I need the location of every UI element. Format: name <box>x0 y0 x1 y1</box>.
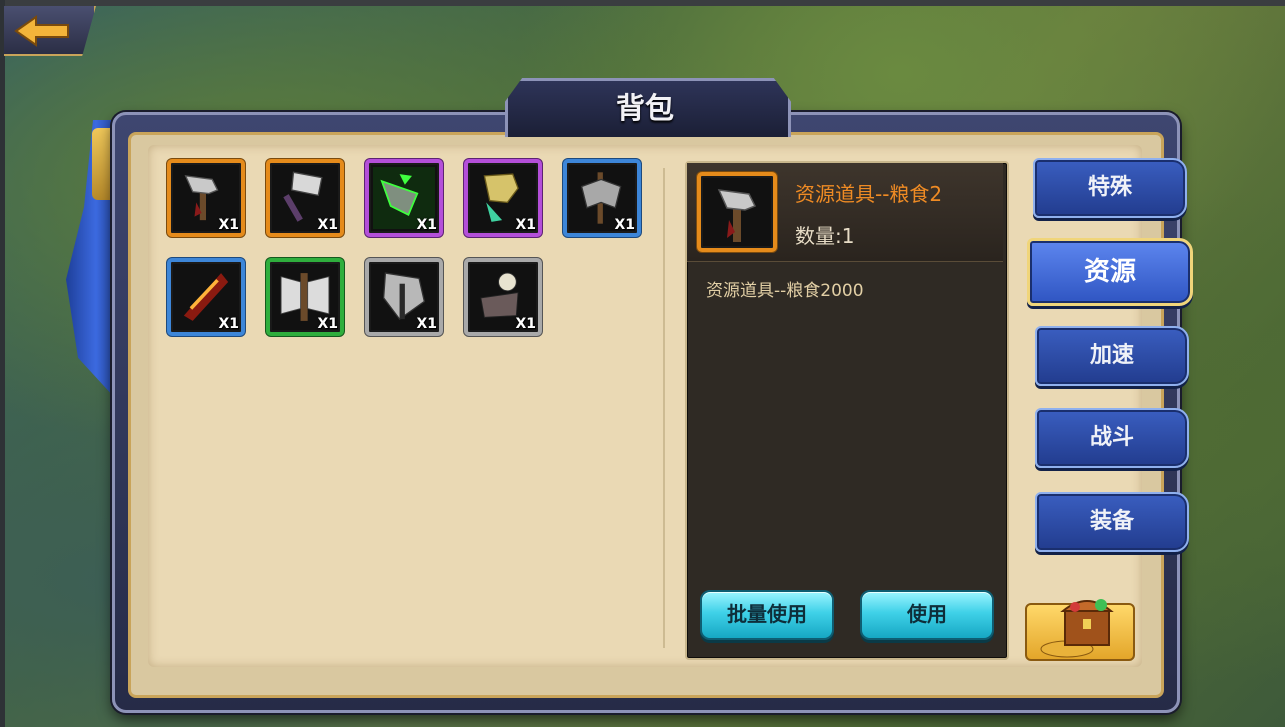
item-quantity: X1 <box>317 316 338 332</box>
inventory-slot[interactable]: X1 <box>563 159 641 237</box>
tab-special[interactable]: 特殊 <box>1033 158 1187 218</box>
page-title: 背包 <box>615 91 674 125</box>
item-quantity: X1 <box>218 217 239 233</box>
detail-item-name: 资源道具--粮食2 <box>795 182 943 206</box>
item-quantity: X1 <box>416 217 437 233</box>
inventory-slot[interactable]: X1 <box>464 258 542 336</box>
inventory-slot[interactable]: X1 <box>365 159 443 237</box>
treasure-chest-icon <box>1040 599 1114 658</box>
item-quantity: X1 <box>416 316 437 332</box>
detail-item-description: 资源道具--粮食2000 <box>706 281 864 301</box>
item-quantity: X1 <box>218 316 239 332</box>
inventory-slot[interactable]: X1 <box>266 159 344 237</box>
use-button[interactable]: 使用 <box>860 590 994 640</box>
tab-battle[interactable]: 战斗 <box>1035 408 1189 468</box>
panel-divider <box>663 168 665 648</box>
inventory-slot[interactable]: X1 <box>266 258 344 336</box>
tab-equipment[interactable]: 装备 <box>1035 492 1189 552</box>
inventory-slot[interactable]: X1 <box>167 258 245 336</box>
item-quantity: X1 <box>515 217 536 233</box>
batch-use-button[interactable]: 批量使用 <box>700 590 834 640</box>
top-strip <box>0 0 1285 6</box>
left-strip <box>0 0 5 727</box>
item-quantity: X1 <box>614 217 635 233</box>
tab-resource[interactable]: 资源 <box>1027 238 1193 306</box>
back-button[interactable] <box>4 6 96 56</box>
item-quantity: X1 <box>515 316 536 332</box>
axe-icon <box>717 189 757 242</box>
detail-item-quantity: 数量:1 <box>795 224 855 248</box>
inventory-slot[interactable]: X1 <box>365 258 443 336</box>
item-quantity: X1 <box>317 217 338 233</box>
treasure-chest-button[interactable] <box>1025 599 1135 661</box>
back-arrow-icon <box>14 15 69 47</box>
inventory-slot[interactable]: X1 <box>167 159 245 237</box>
tab-speed[interactable]: 加速 <box>1035 326 1189 386</box>
detail-item-slot <box>697 172 777 252</box>
inventory-slot[interactable]: X1 <box>464 159 542 237</box>
